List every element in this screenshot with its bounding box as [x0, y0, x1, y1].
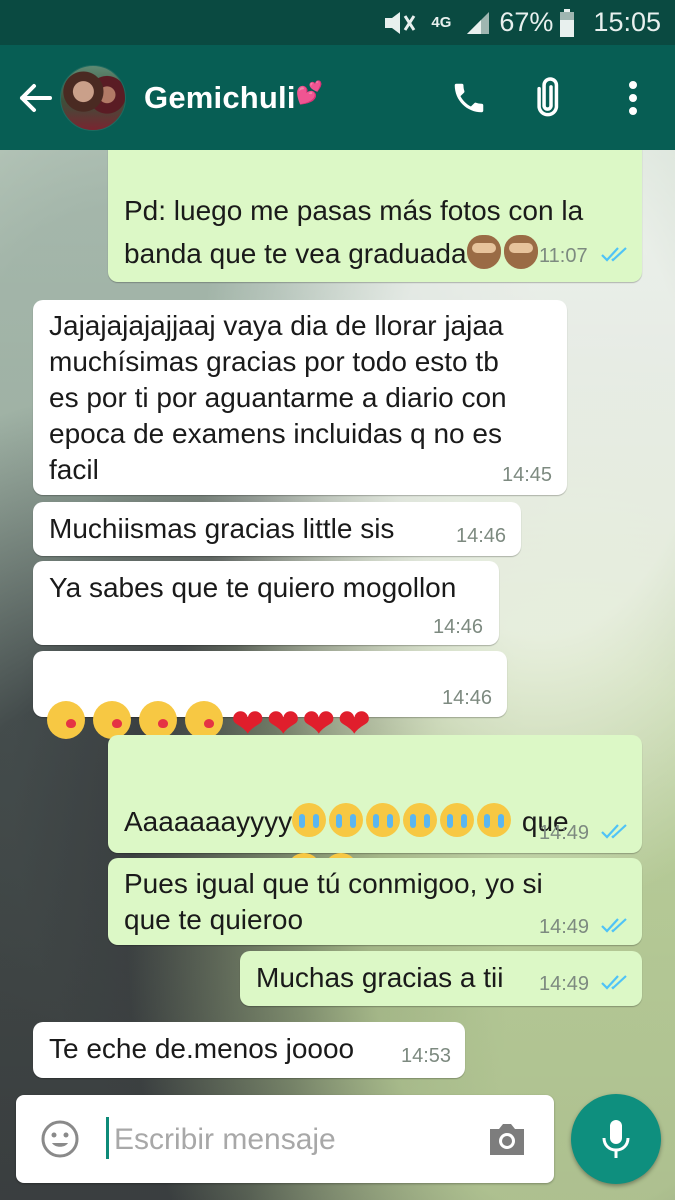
message-text: Te eche de.menos joooo — [49, 1033, 355, 1064]
paperclip-icon — [537, 76, 559, 116]
message-text: Muchiismas gracias little sis — [49, 513, 395, 544]
chat-area[interactable]: Pd: luego me pasas más fotos con la band… — [0, 150, 675, 1200]
status-bar: 4G 67% 15:05 — [0, 0, 675, 45]
crying-emoji — [440, 803, 475, 837]
message-text: Aaaaaaayyyy — [124, 806, 293, 837]
emoji-row: ❤❤❤❤ — [47, 665, 373, 744]
attach-button[interactable] — [521, 68, 581, 128]
kissing-heart-emoji — [185, 701, 223, 739]
crying-emoji — [292, 803, 327, 837]
message-incoming[interactable]: Te eche de.menos joooo 14:53 — [33, 1022, 465, 1078]
phone-icon — [454, 83, 484, 112]
message-incoming[interactable]: ❤❤❤❤ 14:46 — [33, 651, 507, 744]
read-ticks-icon — [601, 918, 627, 933]
contact-name-text: Gemichuli — [144, 79, 296, 115]
kissing-heart-emoji — [93, 701, 131, 739]
back-button[interactable] — [10, 73, 60, 123]
signal-icon — [465, 10, 491, 36]
crying-emoji — [366, 803, 401, 837]
two-hearts-emoji: 💕 — [295, 79, 324, 105]
message-outgoing[interactable]: Aaaaaaayyyy quemonaaaaaaa 14:49 — [108, 735, 642, 887]
crying-emoji — [403, 803, 438, 837]
message-input[interactable] — [112, 1095, 456, 1185]
message-incoming[interactable]: Muchiismas gracias little sis 14:46 — [33, 502, 521, 556]
clock: 15:05 — [593, 7, 661, 37]
message-text: Muchas gracias a tii — [256, 962, 504, 993]
message-time: 14:45 — [502, 464, 553, 486]
network-type-label: 4G — [431, 13, 452, 31]
see-no-evil-monkey-emoji — [466, 235, 501, 269]
see-no-evil-monkey-emoji — [503, 235, 538, 269]
contact-name[interactable]: Gemichuli💕 — [144, 80, 439, 116]
message-time: 14:46 — [433, 616, 484, 638]
message-time: 14:49 — [539, 973, 590, 995]
kissing-heart-emoji — [47, 701, 85, 739]
text-cursor — [106, 1117, 109, 1159]
more-vert-icon — [629, 80, 637, 115]
message-text: Ya sabes que te quiero mogollon — [49, 572, 457, 603]
kissing-heart-emoji — [139, 701, 177, 739]
call-button[interactable] — [439, 68, 499, 128]
message-text: Jajajajajajjaaj vaya dia de llorar jajaa… — [49, 310, 507, 485]
message-time: 14:46 — [442, 687, 493, 709]
voice-record-button[interactable] — [571, 1094, 661, 1184]
message-composer — [16, 1095, 554, 1185]
arrow-back-icon — [20, 83, 52, 112]
avatar[interactable] — [60, 64, 126, 131]
read-ticks-icon — [601, 975, 627, 990]
message-time: 14:53 — [401, 1045, 452, 1067]
read-ticks-icon — [601, 247, 627, 262]
message-outgoing[interactable]: Muchas gracias a tii 14:49 — [240, 951, 642, 1006]
message-text: Pues igual que tú conmigoo, yo si que te… — [124, 868, 543, 935]
mic-icon — [602, 1120, 630, 1158]
message-time: 11:07 — [539, 245, 588, 267]
read-ticks-icon — [601, 824, 627, 839]
message-incoming[interactable]: Ya sabes que te quiero mogollon 14:46 — [33, 561, 499, 645]
message-time: 14:46 — [456, 525, 507, 547]
message-outgoing[interactable]: Pues igual que tú conmigoo, yo si que te… — [108, 858, 642, 945]
chat-header: Gemichuli💕 — [0, 45, 675, 150]
message-time: 14:49 — [539, 916, 590, 938]
camera-icon[interactable] — [486, 1119, 528, 1159]
battery-percent: 67% — [499, 7, 554, 37]
crying-emoji — [329, 803, 364, 837]
crying-emoji — [477, 803, 512, 837]
message-incoming[interactable]: Jajajajajajjaaj vaya dia de llorar jajaa… — [33, 300, 567, 495]
battery-icon — [559, 8, 575, 37]
mute-icon — [381, 10, 417, 36]
smiley-icon[interactable] — [40, 1119, 80, 1159]
message-outgoing[interactable]: Pd: luego me pasas más fotos con la band… — [108, 150, 642, 282]
menu-button[interactable] — [603, 68, 663, 128]
message-time: 14:49 — [539, 822, 590, 844]
